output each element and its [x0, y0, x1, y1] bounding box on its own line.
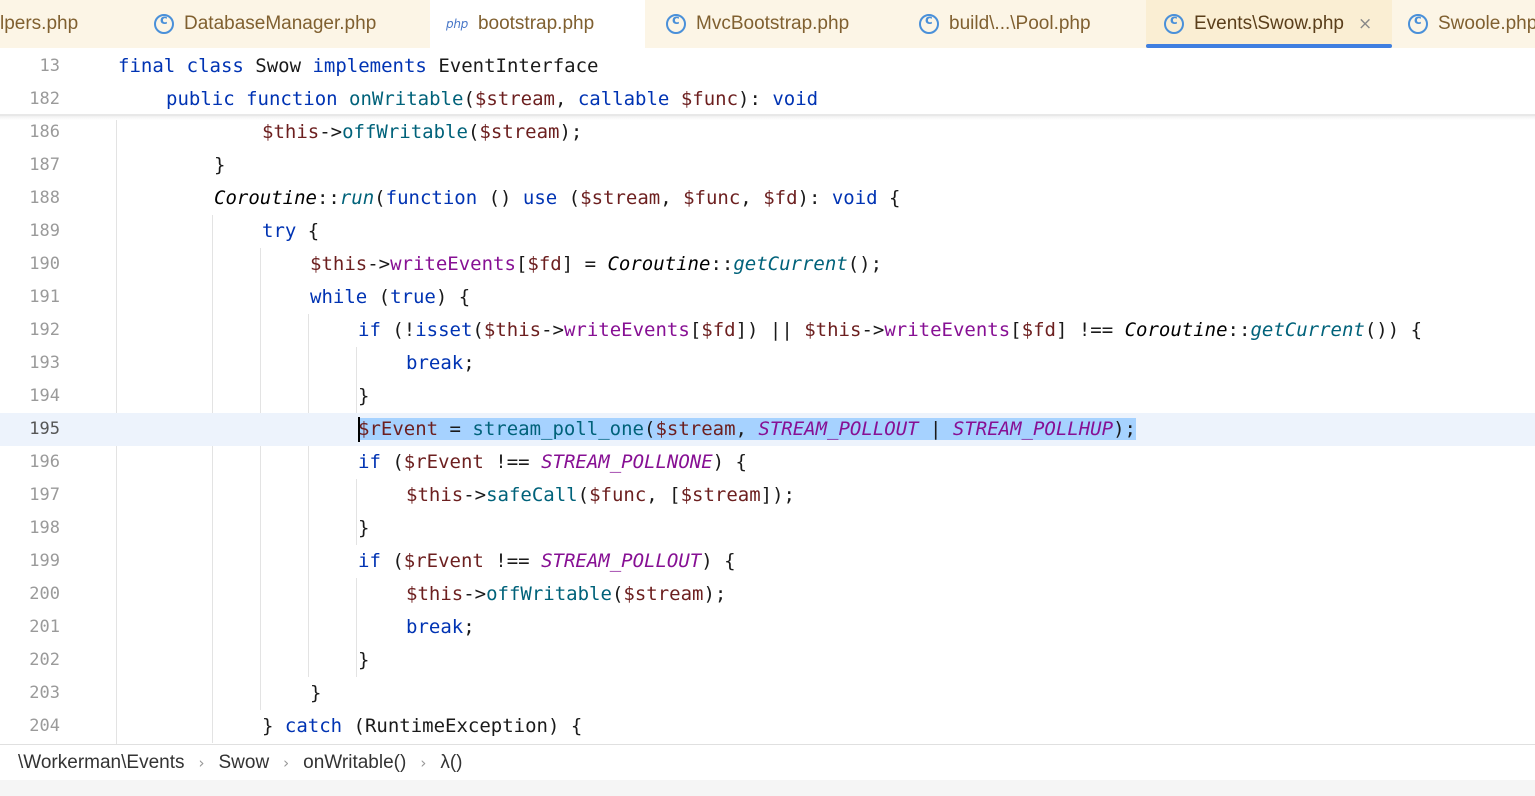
line-number: 195: [29, 419, 60, 439]
line-number: 202: [29, 650, 60, 670]
line-number: 194: [29, 386, 60, 406]
tab-label: build\...\Pool.php: [949, 13, 1091, 34]
line-number: 187: [29, 155, 60, 175]
breadcrumb-lambda[interactable]: λ(): [440, 752, 462, 774]
text-caret: [358, 417, 360, 442]
line-number: 198: [29, 518, 60, 538]
code-line-current[interactable]: 195 $rEvent = stream_poll_one($stream, S…: [0, 413, 1535, 446]
class-icon: [1164, 13, 1184, 34]
code-line[interactable]: 190 $this->writeEvents[$fd] = Coroutine:…: [0, 248, 1535, 281]
code-text: final class Swow implements EventInterfa…: [118, 55, 599, 77]
code-text: break;: [406, 352, 475, 374]
line-number: 190: [29, 254, 60, 274]
line-number: 204: [29, 716, 60, 736]
tab-label: bootstrap.php: [477, 13, 595, 34]
code-line[interactable]: 187 }: [0, 149, 1535, 182]
tab-label: lpers.php: [0, 13, 79, 34]
code-text: $this->safeCall($func, [$stream]);: [406, 484, 795, 506]
tab-label: Swoole.php: [1438, 13, 1535, 34]
code-line[interactable]: 192 if (!isset($this->writeEvents[$fd]) …: [0, 314, 1535, 347]
tab-swoole[interactable]: Swoole.php: [1408, 0, 1535, 48]
line-number: 203: [29, 683, 60, 703]
line-number: 188: [29, 188, 60, 208]
tab-database-manager[interactable]: DatabaseManager.php: [154, 0, 424, 48]
tab-label: Events\Swow.php: [1194, 13, 1344, 34]
code-text: }: [214, 154, 226, 176]
breadcrumb-class[interactable]: Swow: [218, 752, 269, 774]
line-number: 186: [29, 122, 60, 142]
code-line[interactable]: 188 Coroutine::run(function () use ($str…: [0, 182, 1535, 215]
code-line[interactable]: 186 $this->offWritable($stream);: [0, 116, 1535, 149]
code-line[interactable]: 196 if ($rEvent !== STREAM_POLLNONE) {: [0, 446, 1535, 479]
tab-bootstrap[interactable]: php bootstrap.php: [430, 0, 645, 48]
tab-events-swow[interactable]: Events\Swow.php ×: [1146, 0, 1392, 48]
line-number: 193: [29, 353, 60, 373]
tab-label: MvcBootstrap.php: [696, 13, 850, 34]
code-text: }: [358, 385, 370, 407]
line-number: 189: [29, 221, 60, 241]
line-number: 201: [29, 617, 60, 637]
code-text: if ($rEvent !== STREAM_POLLNONE) {: [358, 451, 747, 473]
code-text: if (!isset($this->writeEvents[$fd]) || $…: [358, 319, 1423, 341]
code-line[interactable]: 202 }: [0, 644, 1535, 677]
code-line[interactable]: 197 $this->safeCall($func, [$stream]);: [0, 479, 1535, 512]
code-text: Coroutine::run(function () use ($stream,…: [214, 187, 901, 209]
breadcrumb-namespace[interactable]: \Workerman\Events: [18, 752, 184, 774]
tab-pool[interactable]: build\...\Pool.php: [919, 0, 1129, 48]
code-text: }: [358, 517, 370, 539]
tab-helpers[interactable]: lpers.php: [0, 0, 130, 48]
class-icon: [154, 13, 174, 34]
chevron-right-icon: ›: [420, 753, 427, 772]
line-number: 200: [29, 584, 60, 604]
php-file-icon: php: [446, 17, 468, 31]
line-number: 182: [29, 89, 60, 109]
code-line[interactable]: 191 while (true) {: [0, 281, 1535, 314]
code-text-selected: $rEvent = stream_poll_one($stream, STREA…: [358, 418, 1136, 440]
status-strip: [0, 780, 1535, 796]
code-text: if ($rEvent !== STREAM_POLLOUT) {: [358, 550, 736, 572]
class-icon: [919, 13, 939, 34]
breadcrumb-method[interactable]: onWritable(): [303, 752, 406, 774]
code-line[interactable]: 201 break;: [0, 611, 1535, 644]
tab-mvc-bootstrap[interactable]: MvcBootstrap.php: [666, 0, 896, 48]
code-text: }: [310, 682, 322, 704]
code-text: while (true) {: [310, 286, 471, 308]
code-line[interactable]: 194 }: [0, 380, 1535, 413]
class-icon: [666, 13, 686, 34]
line-number: 192: [29, 320, 60, 340]
line-number: 199: [29, 551, 60, 571]
code-text: public function onWritable($stream, call…: [166, 88, 819, 110]
code-text: break;: [406, 616, 475, 638]
line-number: 196: [29, 452, 60, 472]
breadcrumb: \Workerman\Events › Swow › onWritable() …: [0, 744, 1535, 780]
editor-tab-bar: lpers.php DatabaseManager.php php bootst…: [0, 0, 1535, 48]
chevron-right-icon: ›: [198, 753, 205, 772]
code-line[interactable]: 198 }: [0, 512, 1535, 545]
code-line[interactable]: 200 $this->offWritable($stream);: [0, 578, 1535, 611]
code-line[interactable]: 189 try {: [0, 215, 1535, 248]
chevron-right-icon: ›: [283, 753, 290, 772]
code-text: $this->writeEvents[$fd] = Coroutine::get…: [310, 253, 883, 275]
code-text: try {: [262, 220, 320, 242]
tab-label: DatabaseManager.php: [184, 13, 377, 34]
sticky-line[interactable]: 182 public function onWritable($stream, …: [0, 83, 1535, 116]
code-line[interactable]: 193 break;: [0, 347, 1535, 380]
sticky-line[interactable]: 13 final class Swow implements EventInte…: [0, 50, 1535, 83]
class-icon: [1408, 13, 1428, 34]
close-tab-icon[interactable]: ×: [1358, 14, 1372, 34]
code-line[interactable]: 204 } catch (RuntimeException) {: [0, 710, 1535, 743]
line-number: 191: [29, 287, 60, 307]
code-line[interactable]: 199 if ($rEvent !== STREAM_POLLOUT) {: [0, 545, 1535, 578]
code-text: }: [358, 649, 370, 671]
line-number: 197: [29, 485, 60, 505]
line-number: 13: [39, 56, 60, 76]
code-line[interactable]: 203 }: [0, 677, 1535, 710]
code-text: $this->offWritable($stream);: [406, 583, 727, 605]
code-text: $this->offWritable($stream);: [262, 121, 583, 143]
code-editor[interactable]: 13 final class Swow implements EventInte…: [0, 48, 1535, 744]
code-text: } catch (RuntimeException) {: [262, 715, 583, 737]
